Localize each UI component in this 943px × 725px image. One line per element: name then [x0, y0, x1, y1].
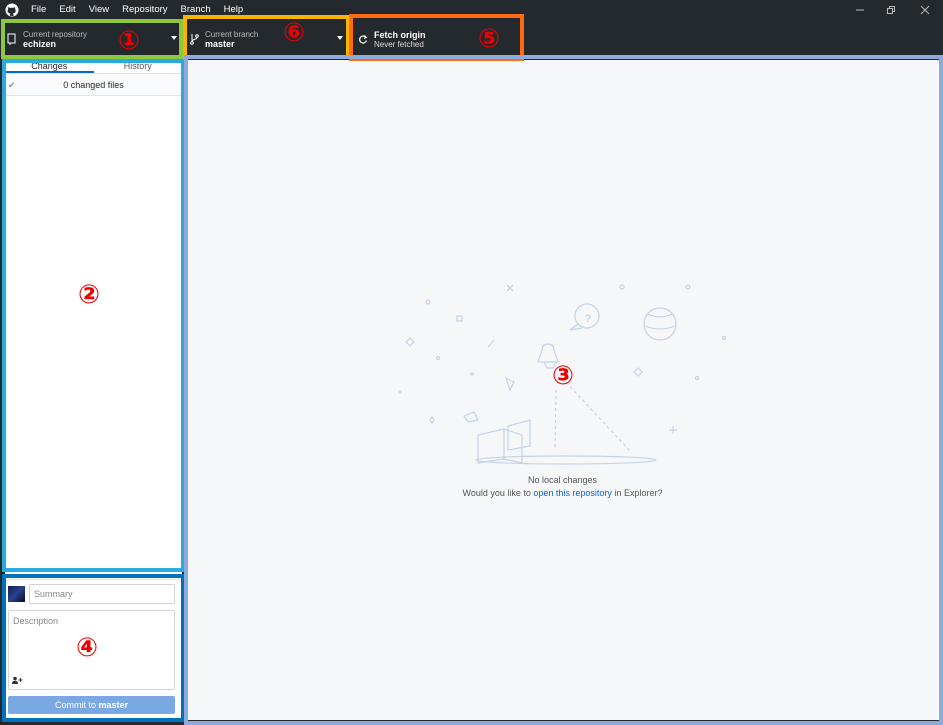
changes-header: ✔ 0 changed files: [5, 74, 182, 96]
menu-help[interactable]: Help: [224, 4, 244, 15]
chevron-down-icon: [337, 36, 343, 40]
branch-icon: [190, 34, 199, 45]
restore-button[interactable]: [876, 0, 906, 19]
annotation-number-4: ④: [76, 633, 99, 663]
open-repository-prefix: Would you like to: [462, 488, 534, 498]
open-repository-link[interactable]: open this repository: [533, 488, 612, 498]
fetch-origin-label: Fetch origin: [374, 29, 426, 40]
current-branch-label: Current branch: [205, 29, 259, 39]
chevron-down-icon: [171, 36, 177, 40]
menu-branch[interactable]: Branch: [181, 4, 211, 15]
current-repository-value: echizen: [23, 38, 57, 49]
add-coauthor-icon[interactable]: [12, 676, 23, 686]
description-placeholder: Description: [13, 616, 59, 626]
current-repository-button[interactable]: Current repository echizen: [0, 19, 183, 59]
repo-icon: [7, 33, 16, 45]
annotation-number-6: ⑥: [283, 18, 306, 48]
commit-button-label: Commit to: [54, 700, 99, 710]
annotation-number-3: ③: [552, 361, 575, 391]
sync-icon: [359, 35, 368, 44]
open-repository-prompt: Would you like to open this repository i…: [186, 488, 939, 498]
minimize-button[interactable]: [845, 0, 875, 19]
fetch-origin-status: Never fetched: [374, 39, 424, 49]
close-icon: [920, 5, 930, 14]
no-local-changes-text: No local changes: [527, 475, 598, 485]
close-button[interactable]: [910, 0, 940, 19]
annotation-number-5: ⑤: [478, 24, 501, 54]
changes-sidebar: Changes History ✔ 0 changed files Summar…: [5, 60, 182, 720]
open-repository-suffix: in Explorer?: [611, 488, 663, 498]
sidebar-tabs: Changes History: [5, 60, 182, 74]
title-bar: File Edit View Repository Branch Help: [0, 0, 943, 19]
summary-input[interactable]: Summary: [29, 584, 175, 604]
menu-edit[interactable]: Edit: [59, 4, 75, 15]
current-branch-value: master: [205, 38, 235, 49]
tab-history[interactable]: History: [94, 60, 183, 73]
menu-file[interactable]: File: [31, 4, 46, 15]
commit-button[interactable]: Commit to master: [8, 696, 175, 714]
toolbar: Current repository echizen Current branc…: [0, 19, 943, 59]
menu-view[interactable]: View: [89, 4, 109, 15]
svg-text:?: ?: [585, 313, 592, 325]
menu-repository[interactable]: Repository: [122, 4, 167, 15]
current-repository-label: Current repository: [23, 29, 88, 39]
commit-button-branch: master: [98, 700, 129, 710]
avatar: [8, 586, 25, 602]
annotation-number-2: ②: [78, 280, 101, 310]
minimize-icon: [856, 9, 864, 10]
annotation-number-1: ①: [118, 26, 141, 56]
restore-icon: [887, 5, 895, 14]
current-branch-button[interactable]: Current branch master: [183, 19, 349, 59]
github-logo-icon: [5, 2, 19, 17]
changed-files-count: 0 changed files: [63, 79, 124, 90]
tab-changes[interactable]: Changes: [5, 60, 94, 73]
select-all-checkbox[interactable]: ✔: [8, 80, 16, 91]
